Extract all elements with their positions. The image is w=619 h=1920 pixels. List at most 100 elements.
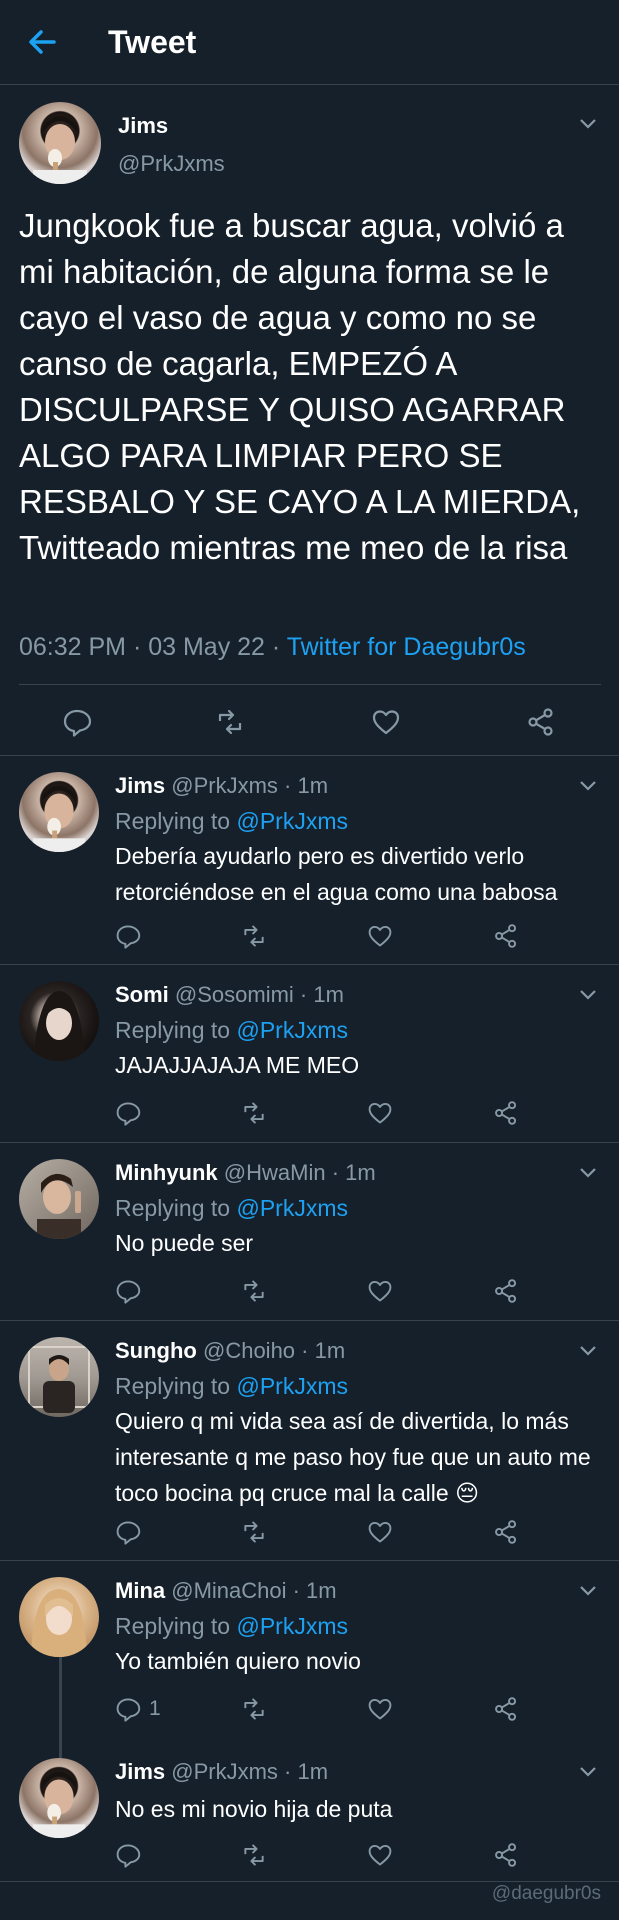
retweet-icon (244, 1102, 264, 1124)
reply-icon (116, 1521, 141, 1545)
like-button[interactable] (367, 1515, 393, 1549)
reply-button[interactable] (62, 705, 92, 739)
like-button[interactable] (367, 1692, 393, 1726)
avatar[interactable] (19, 1337, 99, 1417)
reply-text: Yo también quiero novio (115, 1648, 361, 1674)
tweet-actions (0, 705, 619, 745)
chevron-down-icon[interactable] (579, 1585, 597, 1597)
replying-to: Replying to @PrkJxms (115, 1613, 348, 1639)
reply-icon (116, 925, 141, 949)
retweet-button[interactable] (241, 1838, 267, 1872)
tweet-text: Jungkook fue a buscar agua, volvió a mi … (19, 207, 581, 566)
share-button[interactable] (493, 1274, 519, 1308)
share-icon (495, 1101, 517, 1125)
reply-author[interactable]: Sungho @Choiho · 1m (115, 1338, 345, 1364)
share-button[interactable] (493, 1838, 519, 1872)
replying-to: Replying to @PrkJxms (115, 808, 348, 834)
like-button[interactable] (367, 1096, 393, 1130)
reply-text: Quiero q mi vida sea así de divertida, l… (115, 1408, 591, 1506)
like-icon (372, 710, 400, 735)
replying-to: Replying to @PrkJxms (115, 1195, 348, 1221)
replying-to: Replying to @PrkJxms (115, 1373, 348, 1399)
avatar[interactable] (19, 102, 101, 184)
reply-text: JAJAJJAJAJA ME MEO (115, 1052, 360, 1078)
reply-icon (116, 1698, 141, 1722)
reply-author[interactable]: Jims @PrkJxms · 1m (115, 1759, 328, 1785)
reply-icon (116, 1102, 141, 1126)
reply-tweet[interactable]: Mina @MinaChoi · 1m Replying to @PrkJxms… (0, 1561, 619, 1758)
retweet-icon (244, 1521, 264, 1543)
retweet-button[interactable] (241, 1096, 267, 1130)
avatar[interactable] (19, 981, 99, 1061)
replying-to-link[interactable]: @PrkJxms (236, 808, 348, 834)
replying-to-link[interactable]: @PrkJxms (236, 1195, 348, 1221)
reply-count: 1 (149, 1697, 161, 1720)
replying-to: Replying to @PrkJxms (115, 1017, 348, 1043)
share-button[interactable] (493, 1096, 519, 1130)
reply-tweet[interactable]: Sungho @Choiho · 1m Replying to @PrkJxms… (0, 1321, 619, 1561)
divider (19, 684, 601, 685)
chevron-down-icon[interactable] (579, 118, 597, 130)
replying-to-link[interactable]: @PrkJxms (236, 1017, 348, 1043)
reply-author[interactable]: Somi @Sosomimi · 1m (115, 982, 344, 1008)
avatar[interactable] (19, 1758, 99, 1838)
reply-button[interactable] (115, 1274, 149, 1308)
like-icon (368, 1102, 392, 1124)
like-icon (368, 1521, 392, 1543)
author-handle[interactable]: @PrkJxms (118, 151, 225, 177)
retweet-icon (218, 709, 242, 735)
like-icon (368, 925, 392, 947)
replying-to-link[interactable]: @PrkJxms (236, 1613, 348, 1639)
share-icon (495, 1279, 517, 1303)
retweet-button[interactable] (241, 1274, 267, 1308)
like-button[interactable] (367, 1838, 393, 1872)
reply-tweet[interactable]: Jims @PrkJxms · 1m Replying to @PrkJxms … (0, 756, 619, 965)
reply-text: No es mi novio hija de puta (115, 1796, 393, 1822)
reply-button[interactable] (115, 1096, 149, 1130)
chevron-down-icon[interactable] (579, 1766, 597, 1778)
retweet-button[interactable] (241, 1692, 267, 1726)
like-icon (368, 1280, 392, 1302)
retweet-button[interactable] (241, 919, 267, 953)
share-icon (495, 1843, 517, 1867)
reply-button[interactable] (115, 1838, 149, 1872)
reply-author[interactable]: Jims @PrkJxms · 1m (115, 773, 328, 799)
watermark: @daegubr0s (491, 1883, 601, 1904)
reply-author[interactable]: Minhyunk @HwaMin · 1m (115, 1160, 376, 1186)
replying-to-link[interactable]: @PrkJxms (236, 1373, 348, 1399)
retweet-button[interactable] (215, 705, 245, 739)
like-button[interactable] (367, 919, 393, 953)
reply-tweet[interactable]: Somi @Sosomimi · 1m Replying to @PrkJxms… (0, 965, 619, 1143)
back-arrow-icon[interactable] (22, 22, 62, 62)
reply-text: Debería ayudarlo pero es divertido verlo… (115, 843, 558, 905)
share-button[interactable] (493, 1692, 519, 1726)
reply-icon (63, 709, 92, 737)
author-name[interactable]: Jims (118, 113, 168, 139)
chevron-down-icon[interactable] (579, 989, 597, 1001)
tweet-meta: 06:32 PM · 03 May 22 · Twitter for Daegu… (19, 633, 526, 662)
reply-tweet[interactable]: Jims @PrkJxms · 1m No es mi novio hija d… (0, 1758, 619, 1882)
like-button[interactable] (367, 1274, 393, 1308)
retweet-icon (244, 1698, 264, 1720)
tweet-source[interactable]: Twitter for Daegubr0s (287, 633, 526, 661)
share-button[interactable] (526, 705, 556, 739)
chevron-down-icon[interactable] (579, 1345, 597, 1357)
chevron-down-icon[interactable] (579, 1167, 597, 1179)
retweet-button[interactable] (241, 1515, 267, 1549)
avatar[interactable] (19, 1577, 99, 1657)
share-button[interactable] (493, 919, 519, 953)
reply-tweet[interactable]: Minhyunk @HwaMin · 1m Replying to @PrkJx… (0, 1143, 619, 1321)
share-button[interactable] (493, 1515, 519, 1549)
avatar[interactable] (19, 1159, 99, 1239)
reply-button[interactable] (115, 919, 149, 953)
like-button[interactable] (371, 705, 401, 739)
top-bar: Tweet (0, 0, 619, 85)
chevron-down-icon[interactable] (579, 780, 597, 792)
avatar[interactable] (19, 772, 99, 852)
reply-button[interactable] (115, 1515, 149, 1549)
reply-button[interactable]: 1 (115, 1692, 161, 1726)
retweet-icon (244, 925, 264, 947)
reply-author[interactable]: Mina @MinaChoi · 1m (115, 1578, 337, 1604)
share-icon (528, 708, 553, 736)
reply-icon (116, 1280, 141, 1304)
